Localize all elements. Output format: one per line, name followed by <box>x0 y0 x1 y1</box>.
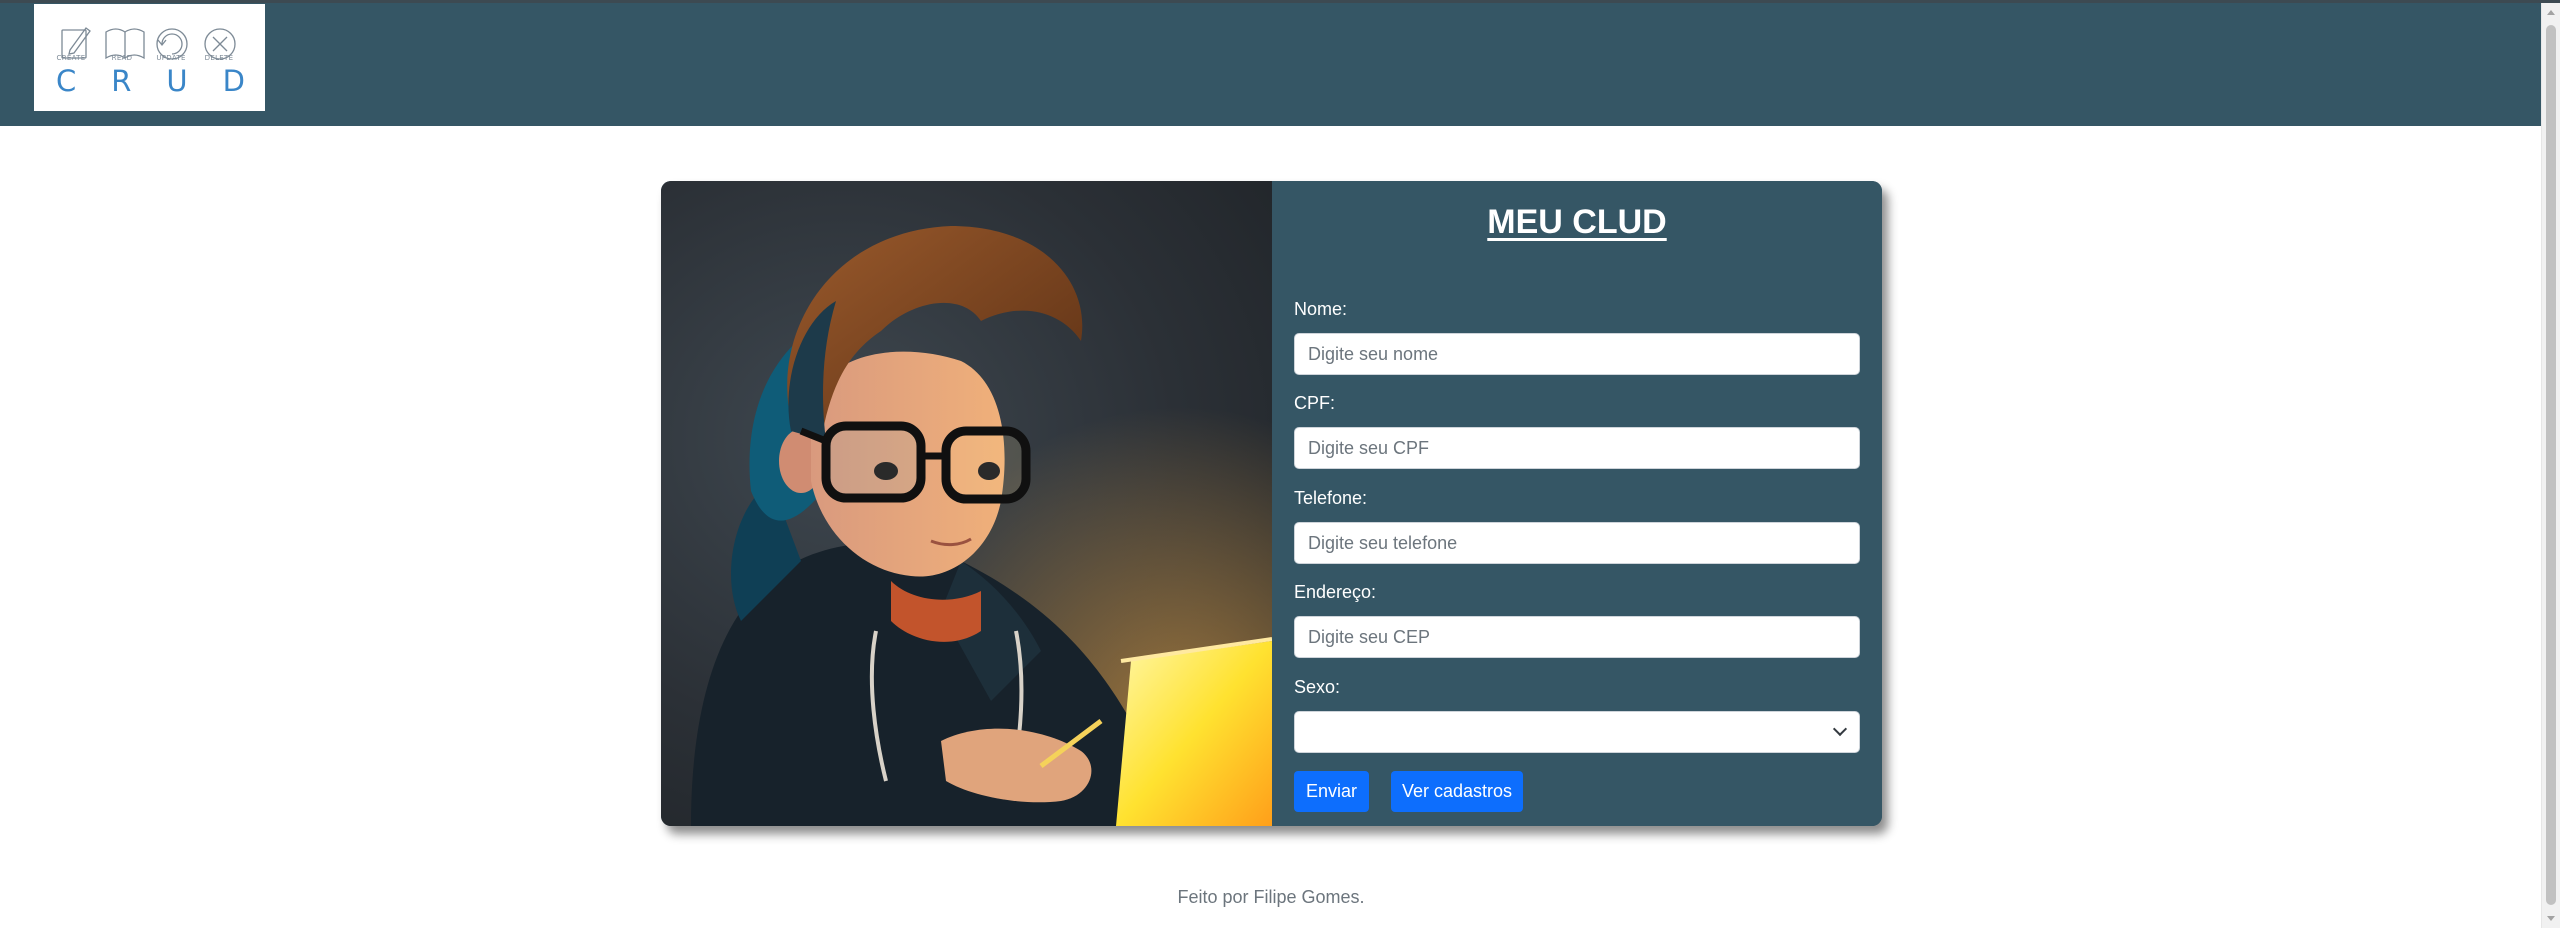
header-bar: CREATE READ UPDATE DELETE C R U D <box>0 3 2542 126</box>
logo-letter-c: C <box>56 64 78 98</box>
register-card: MEU CLUD Nome: CPF: Telefone: Endereço: … <box>661 181 1882 826</box>
footer-credit: Feito por Filipe Gomes. <box>1177 887 1365 907</box>
sexo-select[interactable] <box>1294 711 1860 753</box>
logo-caption-delete: DELETE <box>204 54 234 62</box>
programmer-illustration <box>661 181 1272 826</box>
logo-caption-update: UPDATE <box>156 54 186 62</box>
cpf-label: CPF: <box>1294 393 1336 413</box>
cpf-input[interactable] <box>1294 427 1860 469</box>
telefone-input[interactable] <box>1294 522 1860 564</box>
logo-caption-create: CREATE <box>56 54 86 62</box>
endereco-label: Endereço: <box>1294 582 1377 602</box>
logo-wordmark: C R U D <box>56 64 246 98</box>
scroll-up-icon[interactable] <box>2547 10 2555 15</box>
logo-letter-r: R <box>111 64 133 98</box>
logo-letter-u: U <box>166 64 189 98</box>
scroll-down-icon[interactable] <box>2547 916 2555 921</box>
chevron-down-icon <box>1832 721 1848 737</box>
telefone-label: Telefone: <box>1294 488 1368 508</box>
register-form: MEU CLUD Nome: CPF: Telefone: Endereço: … <box>1272 181 1882 826</box>
programmer-illustration-art <box>661 181 1272 826</box>
enviar-button[interactable]: Enviar <box>1294 771 1369 812</box>
cep-input[interactable] <box>1294 616 1860 658</box>
scroll-thumb[interactable] <box>2546 25 2556 905</box>
page: CREATE READ UPDATE DELETE C R U D MEU CL… <box>0 0 2560 928</box>
logo-letter-d: D <box>222 64 246 98</box>
ver-cadastros-button[interactable]: Ver cadastros <box>1391 771 1523 812</box>
crud-logo[interactable]: CREATE READ UPDATE DELETE C R U D <box>34 4 265 111</box>
nome-input[interactable] <box>1294 333 1860 375</box>
form-title: MEU CLUD <box>1487 203 1667 241</box>
logo-caption-read: READ <box>111 54 133 62</box>
nome-label: Nome: <box>1294 299 1348 319</box>
sexo-label: Sexo: <box>1294 677 1341 697</box>
page-scrollbar[interactable] <box>2541 3 2560 928</box>
